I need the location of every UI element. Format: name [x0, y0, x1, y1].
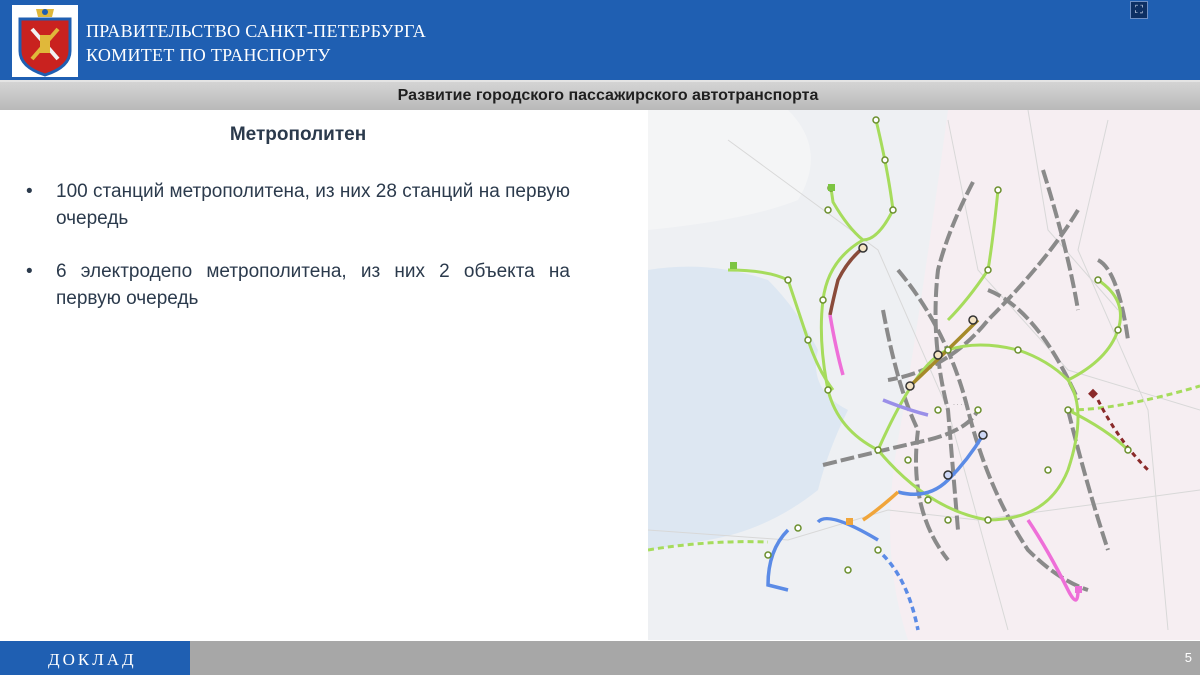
- bullet-marker: •: [26, 181, 33, 202]
- bullet-item: • 6 электродепо метрополитена, из них 2 …: [26, 258, 570, 312]
- slide-header: ПРАВИТЕЛЬСТВО САНКТ-ПЕТЕРБУРГА КОМИТЕТ П…: [0, 0, 1200, 80]
- slide-title-bar: Развитие городского пассажирского автотр…: [0, 80, 1200, 110]
- coat-of-arms-icon: [12, 5, 78, 77]
- footer-label-block: ДОКЛАД: [0, 641, 190, 675]
- bullet-text: 6 электродепо метрополитена, из них 2 об…: [56, 261, 570, 309]
- slide-title: Развитие городского пассажирского автотр…: [397, 87, 819, 104]
- svg-text:· · · ·: · · · ·: [953, 402, 966, 408]
- metro-scheme-map: · · · ·: [647, 109, 1200, 640]
- bullet-item: • 100 станций метрополитена, из них 28 с…: [26, 178, 570, 232]
- page-number: 5: [1184, 650, 1192, 665]
- fullscreen-icon[interactable]: ⛶: [1130, 1, 1148, 19]
- organization-name: ПРАВИТЕЛЬСТВО САНКТ-ПЕТЕРБУРГА КОМИТЕТ П…: [86, 19, 426, 67]
- footer-bar: [190, 641, 1200, 675]
- bullet-marker: •: [26, 261, 33, 282]
- org-line-1: ПРАВИТЕЛЬСТВО САНКТ-ПЕТЕРБУРГА: [86, 21, 427, 41]
- org-line-2: КОМИТЕТ ПО ТРАНСПОРТУ: [86, 45, 331, 65]
- bullet-text: 100 станций метрополитена, из них 28 ста…: [56, 181, 570, 229]
- bullet-list: • 100 станций метрополитена, из них 28 с…: [26, 178, 570, 338]
- section-title: Метрополитен: [229, 124, 367, 145]
- footer-label: ДОКЛАД: [48, 650, 137, 669]
